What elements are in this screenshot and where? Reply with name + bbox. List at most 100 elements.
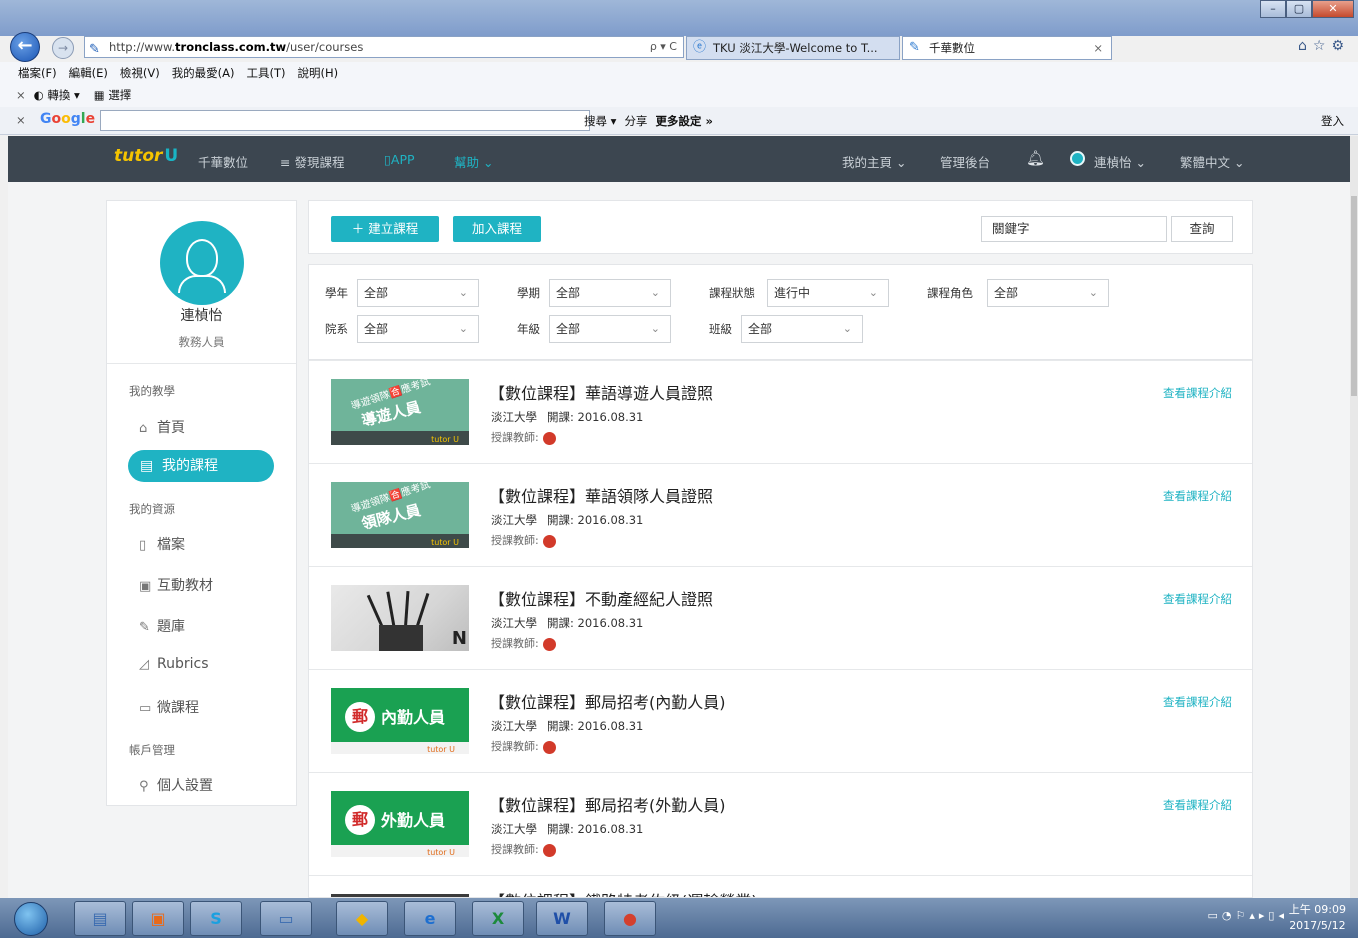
course-title[interactable]: 【數位課程】華語領隊人員證照: [489, 483, 713, 507]
back-button[interactable]: ←: [10, 32, 40, 62]
course-item[interactable]: 導遊領隊🈴應考試 領隊人員 tutor U 【數位課程】華語領隊人員證照 淡江大…: [309, 463, 1252, 566]
sidebar-item-files[interactable]: ▯ 檔案: [139, 534, 185, 554]
course-intro-link[interactable]: 查看課程介紹: [1163, 488, 1232, 504]
sidebar-item-settings[interactable]: ⚲ 個人設置: [139, 775, 213, 795]
profile-avatar: [160, 221, 244, 305]
tab-close-icon[interactable]: ×: [1093, 37, 1103, 59]
course-title[interactable]: 【數位課程】鐵路特考佐級(運輸營業): [489, 888, 758, 897]
teacher-label: 授課教師:: [491, 637, 539, 650]
teacher-avatar-icon[interactable]: [542, 637, 556, 651]
google-close-icon[interactable]: ×: [16, 113, 26, 127]
user-avatar-icon[interactable]: [1070, 151, 1085, 166]
course-thumbnail[interactable]: 導遊領隊🈴應考試 領隊人員 tutor U: [331, 482, 469, 548]
tab-tku[interactable]: ⓔ TKU 淡江大學-Welcome to T...: [686, 36, 900, 60]
course-thumbnail[interactable]: 導遊領隊🈴應考試 導遊人員 tutor U: [331, 379, 469, 445]
keyword-search-input[interactable]: 關鍵字: [981, 216, 1167, 242]
menu-view[interactable]: 檢視(V): [120, 65, 160, 81]
favorite-convert[interactable]: ◐ 轉換 ▾: [34, 87, 80, 103]
course-title[interactable]: 【數位課程】華語導遊人員證照: [489, 380, 713, 404]
sidebar-item-my-courses[interactable]: ▤ 我的課程: [128, 450, 274, 482]
filter-grade-select[interactable]: 全部 ⌄: [549, 315, 671, 343]
close-button[interactable]: ✕: [1312, 0, 1354, 18]
app-taskbar-icon[interactable]: ◆: [336, 901, 388, 936]
filter-department-select[interactable]: 全部 ⌄: [357, 315, 479, 343]
nav-help[interactable]: 幫助 ⌄: [454, 152, 493, 171]
teacher-avatar-icon[interactable]: [542, 843, 556, 857]
skype-taskbar-icon[interactable]: S: [190, 901, 242, 936]
address-bar[interactable]: ✎ http://www.tronclass.com.tw/user/cours…: [84, 36, 684, 58]
sidebar-item-question-bank[interactable]: ✎ 題庫: [139, 616, 185, 636]
minimize-button[interactable]: –: [1260, 0, 1286, 18]
course-thumbnail[interactable]: N: [331, 585, 469, 651]
nav-app[interactable]: ▯APP: [384, 152, 415, 167]
nav-user[interactable]: 連楨怡 ⌄: [1094, 152, 1146, 171]
teacher-avatar-icon[interactable]: [542, 740, 556, 754]
filter-semester-select[interactable]: 全部 ⌄: [549, 279, 671, 307]
course-intro-link[interactable]: 查看課程介紹: [1163, 797, 1232, 813]
chrome-taskbar-icon[interactable]: ●: [604, 901, 656, 936]
nav-discover-courses[interactable]: ≡ 發現課程: [280, 152, 344, 171]
course-intro-link[interactable]: 查看課程介紹: [1163, 694, 1232, 710]
google-search-input[interactable]: [100, 110, 590, 131]
menu-file[interactable]: 檔案(F): [18, 65, 57, 81]
ie-taskbar-icon[interactable]: e: [404, 901, 456, 936]
filter-status-select[interactable]: 進行中 ⌄: [767, 279, 889, 307]
create-course-button[interactable]: ＋ 建立課程: [331, 216, 439, 242]
word-taskbar-icon[interactable]: W: [536, 901, 588, 936]
address-tools[interactable]: ρ ▾ C: [650, 37, 677, 57]
menu-tools[interactable]: 工具(T): [247, 65, 286, 81]
favorite-select[interactable]: ▦ 選擇: [94, 87, 132, 103]
browser-tools[interactable]: ⌂☆⚙: [1298, 38, 1350, 54]
media-player-taskbar-icon[interactable]: ▣: [132, 901, 184, 936]
page-scrollbar[interactable]: [1350, 136, 1358, 898]
forward-button[interactable]: →: [52, 37, 74, 59]
google-share-button[interactable]: 分享: [624, 113, 647, 129]
sidebar-item-home[interactable]: ⌂ 首頁: [139, 417, 185, 437]
course-item[interactable]: 【數位課程】鐵路特考佐級(運輸營業): [309, 875, 1252, 897]
menu-favorites[interactable]: 我的最愛(A): [172, 65, 235, 81]
course-thumbnail[interactable]: 郵 內勤人員 tutor U: [331, 688, 469, 754]
filter-year-select[interactable]: 全部 ⌄: [357, 279, 479, 307]
google-more-button[interactable]: 更多設定 »: [655, 113, 712, 129]
brand-logo[interactable]: tutor U: [114, 146, 178, 166]
course-item[interactable]: 導遊領隊🈴應考試 導遊人員 tutor U 【數位課程】華語導遊人員證照 淡江大…: [309, 360, 1252, 463]
course-title[interactable]: 【數位課程】不動產經紀人證照: [489, 586, 713, 610]
course-intro-link[interactable]: 查看課程介紹: [1163, 591, 1232, 607]
course-thumbnail[interactable]: 郵 外勤人員 tutor U: [331, 791, 469, 857]
course-item[interactable]: 郵 外勤人員 tutor U 【數位課程】郵局招考(外勤人員) 淡江大學 開課: …: [309, 772, 1252, 875]
course-intro-link[interactable]: 查看課程介紹: [1163, 385, 1232, 401]
favorites-close-icon[interactable]: ×: [16, 88, 26, 102]
search-button[interactable]: 查詢: [1171, 216, 1233, 242]
course-item[interactable]: N 【數位課程】不動產經紀人證照 淡江大學 開課: 2016.08.31 授課教師…: [309, 566, 1252, 669]
nav-admin[interactable]: 管理後台: [940, 152, 990, 171]
sidebar-item-rubrics[interactable]: ◿ Rubrics: [139, 656, 209, 672]
nav-my-home[interactable]: 我的主頁 ⌄: [842, 152, 906, 171]
excel-taskbar-icon[interactable]: X: [472, 901, 524, 936]
menu-help[interactable]: 說明(H): [298, 65, 339, 81]
google-login[interactable]: 登入: [1321, 113, 1344, 129]
join-course-button[interactable]: 加入課程: [453, 216, 541, 242]
course-title[interactable]: 【數位課程】郵局招考(內勤人員): [489, 689, 726, 713]
profile-role: 教務人員: [178, 335, 225, 349]
nav-chienhua[interactable]: 千華數位: [198, 152, 248, 171]
teacher-avatar-icon[interactable]: [542, 431, 556, 445]
menu-edit[interactable]: 編輯(E): [69, 65, 108, 81]
bell-icon[interactable]: 🔔︎: [1026, 149, 1045, 167]
start-button[interactable]: [14, 902, 48, 936]
sidebar-item-materials[interactable]: ▣ 互動教材: [139, 575, 213, 595]
sidebar-item-micro-courses[interactable]: ▭ 微課程: [139, 697, 199, 717]
system-tray[interactable]: ▭◔⚐▴▸▯◂: [1208, 909, 1288, 922]
maximize-button[interactable]: ▢: [1286, 0, 1312, 18]
course-title[interactable]: 【數位課程】郵局招考(外勤人員): [489, 792, 726, 816]
scrollbar-thumb[interactable]: [1351, 196, 1357, 396]
teacher-avatar-icon[interactable]: [542, 534, 556, 548]
course-item[interactable]: 郵 內勤人員 tutor U 【數位課程】郵局招考(內勤人員) 淡江大學 開課: …: [309, 669, 1252, 772]
filter-role-select[interactable]: 全部 ⌄: [987, 279, 1109, 307]
clock[interactable]: 上午 09:09 2017/5/12: [1289, 902, 1346, 934]
nav-language[interactable]: 繁體中文 ⌄: [1180, 152, 1244, 171]
explorer-taskbar-icon[interactable]: ▤: [74, 901, 126, 936]
tab-chienhua[interactable]: ✎ 千華數位 ×: [902, 36, 1112, 60]
google-search-button[interactable]: 搜尋 ▾: [584, 113, 616, 129]
window-taskbar-icon[interactable]: ▭: [260, 901, 312, 936]
filter-class-select[interactable]: 全部 ⌄: [741, 315, 863, 343]
